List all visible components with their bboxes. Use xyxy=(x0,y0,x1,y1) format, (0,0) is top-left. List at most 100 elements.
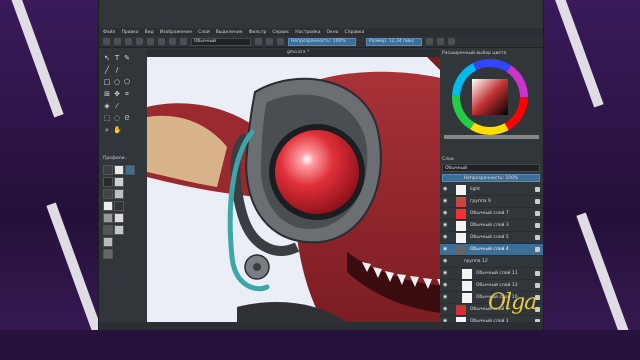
layer-row[interactable]: ◉ Обычный слой 7 xyxy=(440,208,543,220)
menu-help[interactable]: Справка xyxy=(344,30,364,35)
brush-preset[interactable] xyxy=(114,165,124,175)
brush-preset[interactable] xyxy=(114,225,124,235)
right-dock: Расширенный выбор цвета Слои Обычный Неп… xyxy=(440,49,543,330)
brush-presets-panel: Профили... xyxy=(101,155,145,270)
brush-preset[interactable] xyxy=(103,201,113,211)
move-icon[interactable]: ✥ xyxy=(113,90,121,98)
menu-file[interactable]: Файл xyxy=(103,30,115,35)
zoom-icon[interactable]: ⌕ xyxy=(103,126,111,134)
lock-icon[interactable] xyxy=(535,223,540,228)
eye-icon[interactable]: ◉ xyxy=(443,235,448,240)
eraser-icon[interactable] xyxy=(255,38,262,45)
brush-preset[interactable] xyxy=(103,165,113,175)
lasso-icon[interactable]: ᘓ xyxy=(123,114,131,122)
eye-icon[interactable]: ◉ xyxy=(443,283,448,288)
mirror-horizontal-icon[interactable] xyxy=(426,38,433,45)
pattern-icon[interactable] xyxy=(169,38,176,45)
layer-row[interactable]: ◉ light xyxy=(440,184,543,196)
layer-row[interactable]: ◉ группа 12 xyxy=(440,256,543,268)
transform-icon[interactable]: ⊞ xyxy=(103,90,111,98)
brush-preset[interactable] xyxy=(114,189,124,199)
lock-icon[interactable] xyxy=(535,247,540,252)
select-shapes-icon[interactable]: ↖ xyxy=(103,54,111,62)
layer-row[interactable]: ◉ Обычный слой 5 xyxy=(440,232,543,244)
brush-preset[interactable] xyxy=(114,201,124,211)
save-icon[interactable] xyxy=(125,38,132,45)
ellipse-icon[interactable]: ○ xyxy=(113,78,121,86)
pan-icon[interactable]: ✋ xyxy=(113,126,122,134)
menu-settings[interactable]: Настройка xyxy=(295,30,320,35)
open-document-icon[interactable] xyxy=(114,38,121,45)
alpha-lock-icon[interactable] xyxy=(266,38,273,45)
layer-thumbnail xyxy=(462,293,472,303)
eye-icon[interactable]: ◉ xyxy=(443,307,448,312)
rect-select-icon[interactable]: ⬚ xyxy=(103,114,111,122)
gradient-icon[interactable] xyxy=(158,38,165,45)
menu-layer[interactable]: Слой xyxy=(198,30,210,35)
eye-icon[interactable]: ◉ xyxy=(443,271,448,276)
polygon-icon[interactable]: ⬠ xyxy=(123,78,131,86)
brush-preset[interactable] xyxy=(103,249,113,259)
brush-preset[interactable] xyxy=(125,165,135,175)
menu-view[interactable]: Вид xyxy=(145,30,154,35)
new-document-icon[interactable] xyxy=(103,38,110,45)
brush-preset[interactable] xyxy=(103,237,113,247)
opacity-slider[interactable]: Непрозрачность: 100% xyxy=(288,37,356,46)
eye-icon[interactable]: ◉ xyxy=(443,295,448,300)
layer-opacity-slider[interactable]: Непрозрачность: 100% xyxy=(442,174,540,182)
lock-icon[interactable] xyxy=(535,187,540,192)
menu-tools[interactable]: Сервис xyxy=(272,30,289,35)
mirror-vertical-icon[interactable] xyxy=(437,38,444,45)
menu-filter[interactable]: Фильтр xyxy=(249,30,267,35)
brush-preset[interactable] xyxy=(103,177,113,187)
brush-preset[interactable] xyxy=(114,177,124,187)
rectangle-icon[interactable]: □ xyxy=(103,78,111,86)
layer-name: Обычный слой 5 xyxy=(470,235,509,240)
text-icon[interactable]: T xyxy=(113,54,121,62)
lock-icon[interactable] xyxy=(535,271,540,276)
lock-icon[interactable] xyxy=(535,211,540,216)
menu-select[interactable]: Выделение xyxy=(216,30,243,35)
blend-mode-select[interactable]: Обычный xyxy=(191,37,251,46)
brush-preset[interactable] xyxy=(103,225,113,235)
eye-icon[interactable]: ◉ xyxy=(443,199,448,204)
menu-image[interactable]: Изображение xyxy=(160,30,192,35)
layer-thumbnail xyxy=(456,221,466,231)
drawing-canvas[interactable] xyxy=(147,57,487,330)
layer-row[interactable]: ◉ группа 9 xyxy=(440,196,543,208)
eye-icon[interactable]: ◉ xyxy=(443,211,448,216)
color-wheel[interactable] xyxy=(440,59,543,144)
picker-icon[interactable]: ⁄ xyxy=(113,102,121,110)
lock-icon[interactable] xyxy=(535,283,540,288)
edit-shapes-icon[interactable]: ✎ xyxy=(123,54,131,62)
brush-preset[interactable] xyxy=(114,213,124,223)
eye-icon[interactable]: ◉ xyxy=(443,187,448,192)
bottom-strip xyxy=(0,330,640,360)
lock-icon[interactable] xyxy=(535,199,540,204)
lock-icon[interactable] xyxy=(535,235,540,240)
brush-preset[interactable] xyxy=(103,213,113,223)
eye-icon[interactable]: ◉ xyxy=(443,223,448,228)
size-slider[interactable]: Размер: 12,34 пикс xyxy=(366,37,422,46)
brush-preset-icon[interactable] xyxy=(180,38,187,45)
eye-icon[interactable]: ◉ xyxy=(443,259,448,264)
wrap-around-icon[interactable] xyxy=(448,38,455,45)
redo-icon[interactable] xyxy=(147,38,154,45)
eye-icon[interactable]: ◉ xyxy=(443,247,448,252)
line-icon[interactable]: / xyxy=(113,66,121,74)
menu-edit[interactable]: Правка xyxy=(121,30,138,35)
menu-window[interactable]: Окно xyxy=(326,30,338,35)
layer-row-selected[interactable]: ◉ Обычный слой 4 xyxy=(440,244,543,256)
fill-icon[interactable]: ◈ xyxy=(103,102,111,110)
reload-preset-icon[interactable] xyxy=(277,38,284,45)
brush-icon[interactable]: ╱ xyxy=(103,66,111,74)
layer-thumbnail xyxy=(456,233,466,243)
undo-icon[interactable] xyxy=(136,38,143,45)
tab-document[interactable]: gmo.kra * xyxy=(287,50,309,55)
layer-blend-select[interactable]: Обычный xyxy=(442,164,540,172)
ellipse-select-icon[interactable]: ◌ xyxy=(113,114,121,122)
brush-preset[interactable] xyxy=(103,189,113,199)
layer-row[interactable]: ◉ Обычный слой 11 xyxy=(440,268,543,280)
crop-icon[interactable]: ⌗ xyxy=(123,90,131,98)
layer-row[interactable]: ◉ Обычный слой 3 xyxy=(440,220,543,232)
